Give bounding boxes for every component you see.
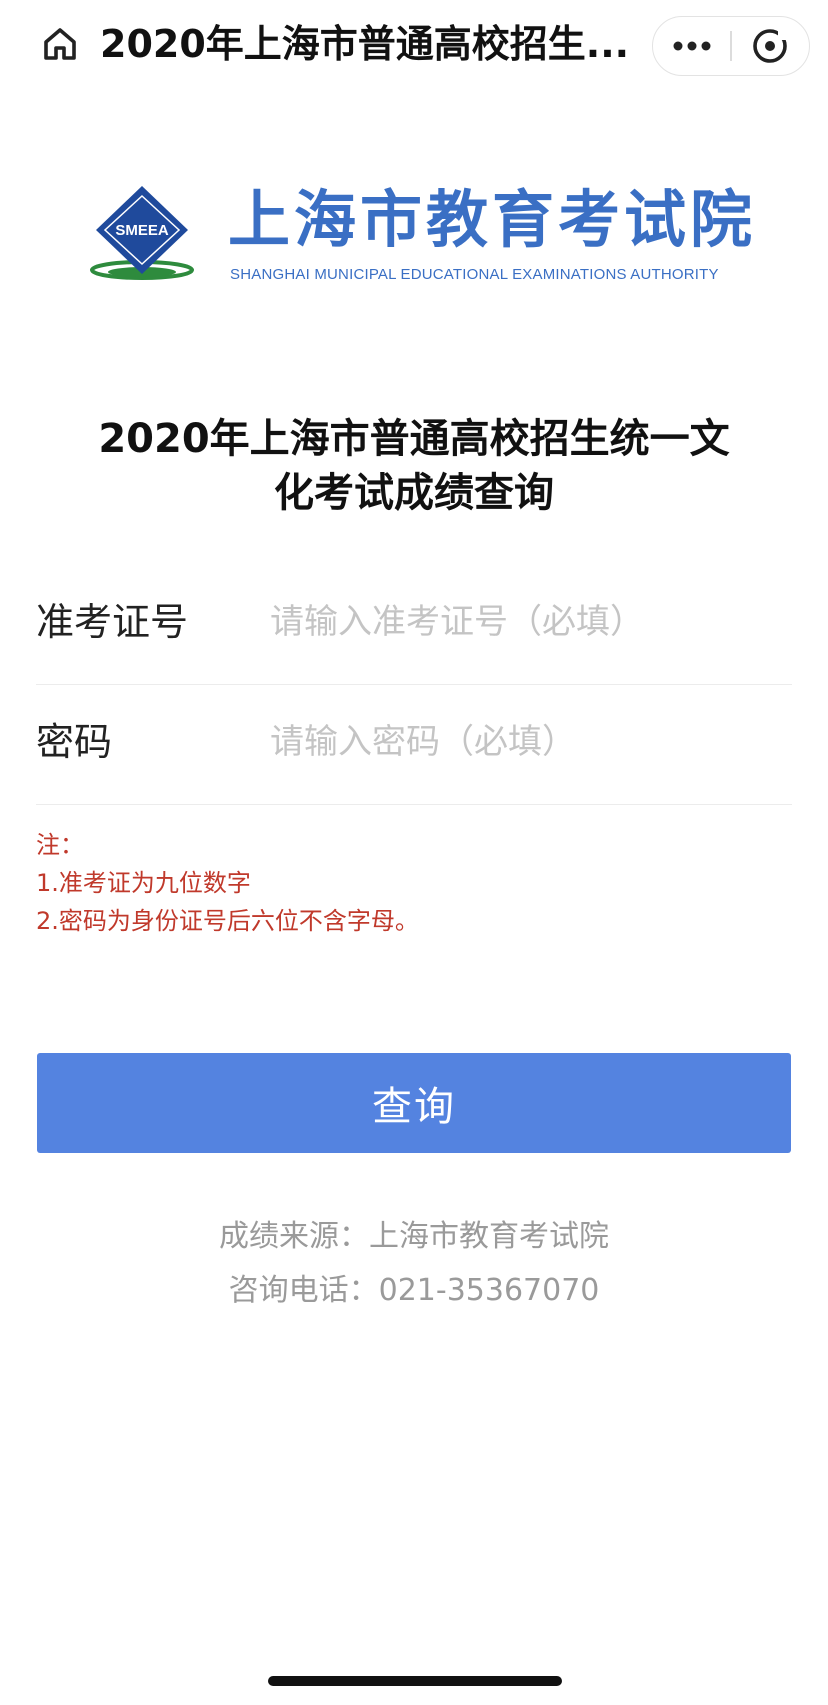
org-logo: SMEEA 上海市教育考试院 SHANGHAI MUNICIPAL EDUCAT… [84, 182, 752, 292]
capsule-menu [652, 16, 810, 76]
top-bar: 2020年上海市普通高校招生... [0, 0, 828, 92]
home-indicator[interactable] [268, 1676, 562, 1686]
smeea-emblem-icon: SMEEA [90, 186, 194, 280]
note-item: 2.密码为身份证号后六位不含字母。 [36, 907, 419, 935]
notes-title: 注： [36, 831, 84, 859]
home-button[interactable] [38, 22, 82, 66]
notes: 注： 1.准考证为九位数字 2.密码为身份证号后六位不含字母。 [36, 826, 419, 940]
password-input[interactable] [270, 716, 780, 768]
exam-id-input[interactable] [270, 596, 780, 648]
more-button[interactable] [653, 17, 730, 75]
contact-phone-text: 咨询电话：021-35367070 [228, 1273, 600, 1308]
home-icon [44, 28, 76, 60]
close-button[interactable] [732, 17, 809, 75]
footer-info: 成绩来源：上海市教育考试院 咨询电话：021-35367070 [0, 1210, 828, 1318]
exam-id-row: 准考证号 [36, 566, 792, 685]
query-button[interactable]: 查询 [37, 1053, 791, 1153]
exam-id-label: 准考证号 [36, 600, 189, 644]
note-item: 1.准考证为九位数字 [36, 869, 251, 897]
page-title-line-2: 化考试成绩查询 [274, 470, 554, 516]
close-target-icon [753, 27, 790, 63]
password-row: 密码 [36, 686, 792, 805]
page-title-line-1: 2020年上海市普通高校招生统一文 [98, 416, 730, 462]
password-label: 密码 [36, 720, 113, 764]
emblem-text: SMEEA [115, 222, 169, 239]
more-dots-icon [673, 41, 711, 51]
org-name-cn: 上海市教育考试院 [228, 183, 757, 256]
score-source-text: 成绩来源：上海市教育考试院 [219, 1219, 609, 1254]
org-name-en: SHANGHAI MUNICIPAL EDUCATIONAL EXAMINATI… [230, 266, 719, 283]
window-title: 2020年上海市普通高校招生... [100, 22, 630, 66]
page-title: 2020年上海市普通高校招生统一文 化考试成绩查询 [60, 412, 768, 520]
